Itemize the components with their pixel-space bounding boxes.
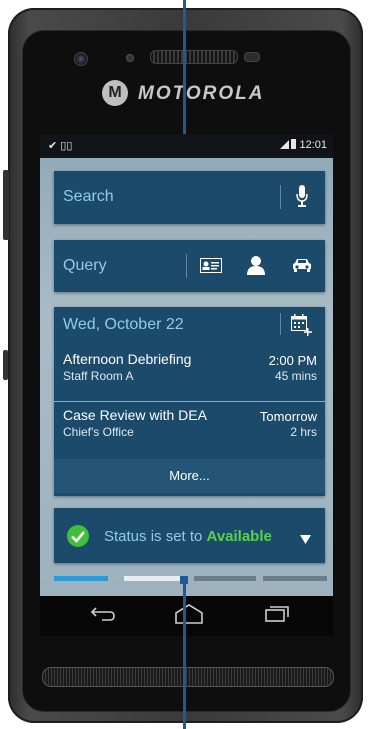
pointer-line-top (183, 0, 186, 140)
page-dot (194, 576, 256, 581)
page-dot-active (54, 576, 108, 581)
event-location: Chief's Office (63, 425, 134, 439)
check-circle-icon (66, 524, 90, 553)
event-time: 2:00 PM (268, 353, 317, 368)
event-item[interactable]: Afternoon Debriefing Staff Room A 2:00 P… (54, 345, 325, 402)
clock: 12:01 (299, 139, 327, 151)
event-divider (54, 401, 325, 402)
calendar-card[interactable]: Wed, October 22 Afternoon Debriefing Sta… (54, 307, 325, 496)
notification-icons: ✔ ▯▯ (48, 140, 73, 152)
status-prefix: Status is set to (104, 528, 207, 545)
event-item[interactable]: Case Review with DEA Chief's Office Tomo… (54, 403, 325, 460)
more-button[interactable]: More... (54, 459, 325, 493)
divider (280, 185, 281, 209)
volume-button (3, 350, 8, 380)
person-icon[interactable] (247, 255, 265, 280)
back-icon[interactable] (90, 604, 116, 627)
brand-name: MOTOROLA (138, 83, 265, 104)
event-title: Afternoon Debriefing (63, 351, 192, 367)
query-label: Query (63, 257, 107, 274)
recent-apps-icon[interactable] (264, 604, 290, 627)
side-button (3, 170, 9, 240)
page-dot (263, 576, 327, 581)
pointer-line-bottom (183, 580, 186, 729)
status-card[interactable]: Status is set to Available (54, 508, 325, 563)
calendar-date: Wed, October 22 (63, 316, 184, 333)
event-title: Case Review with DEA (63, 407, 207, 423)
signal-icon (280, 140, 290, 149)
status-text: Status is set to Available (104, 528, 272, 545)
event-time: Tomorrow (259, 409, 317, 424)
car-icon[interactable] (292, 258, 312, 277)
event-duration: 45 mins (274, 369, 317, 383)
battery-icon (291, 139, 297, 149)
light-sensor (244, 52, 260, 62)
proximity-sensor (126, 54, 134, 62)
event-location: Staff Room A (63, 369, 134, 383)
microphone-icon[interactable] (296, 185, 308, 212)
add-calendar-icon[interactable] (291, 314, 313, 341)
event-duration: 2 hrs (290, 425, 317, 439)
search-label: Search (63, 188, 114, 205)
home-icon[interactable] (174, 604, 204, 629)
divider (186, 254, 187, 278)
divider (280, 313, 281, 335)
status-value: Available (206, 528, 272, 545)
search-card[interactable]: Search (54, 171, 325, 224)
page-dot (124, 576, 186, 581)
status-bar: ✔ ▯▯ 12:01 (40, 134, 333, 158)
navigation-bar (40, 596, 333, 636)
screen: ✔ ▯▯ 12:01 Search Query Wed, October 22 (40, 134, 333, 596)
id-card-icon[interactable] (200, 258, 222, 278)
bottom-speaker (42, 667, 334, 687)
status-right: 12:01 (280, 139, 327, 151)
earpiece-speaker (150, 50, 238, 64)
dropdown-arrow-icon[interactable] (300, 531, 311, 549)
motorola-logo-icon: M (102, 80, 128, 106)
front-camera (74, 52, 88, 66)
query-card[interactable]: Query (54, 240, 325, 292)
